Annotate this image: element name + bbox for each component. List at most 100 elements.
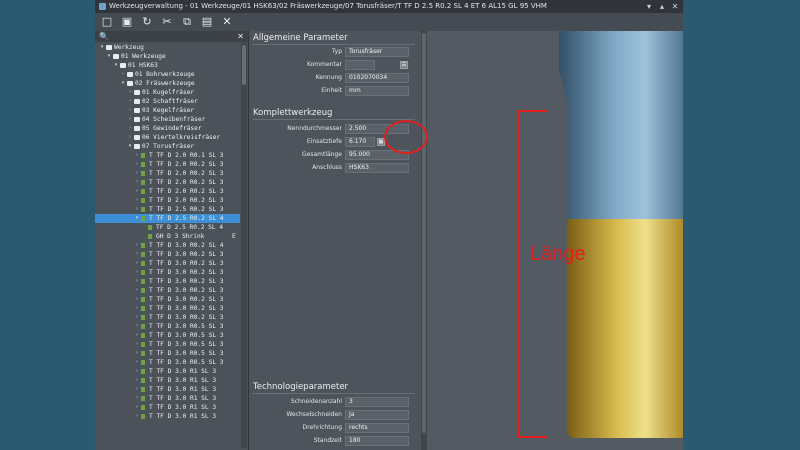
- tree-tool-item[interactable]: GH D 3 Shrink E: [95, 232, 240, 241]
- tree-folder-item[interactable]: › 04 Scheibenfräser: [95, 115, 240, 124]
- cut-icon[interactable]: ✂: [159, 14, 175, 30]
- expand-chevron-icon[interactable]: ›: [127, 97, 133, 106]
- expand-chevron-icon[interactable]: ›: [134, 349, 140, 358]
- tree-folder-item[interactable]: › 03 Kegelfräser: [95, 106, 240, 115]
- clear-search-icon[interactable]: ✕: [237, 31, 244, 42]
- tree-tool-item[interactable]: › T TF D 3.0 R0.2 SL 3: [95, 268, 240, 277]
- expand-chevron-icon[interactable]: ›: [134, 277, 140, 286]
- tree-tool-item[interactable]: › T TF D 3.0 R1 SL 3: [95, 376, 240, 385]
- expand-chevron-icon[interactable]: ›: [127, 124, 133, 133]
- paste-icon[interactable]: ▤: [199, 14, 215, 30]
- tree-tool-item[interactable]: TF D 2.5 R0.2 SL 4: [95, 223, 240, 232]
- param-value-field[interactable]: Ja: [345, 410, 409, 420]
- collapse-chevron-icon[interactable]: ▾: [106, 52, 112, 61]
- expand-chevron-icon[interactable]: ›: [134, 358, 140, 367]
- tree-folder-item[interactable]: › 06 Viertelkreisfräser: [95, 133, 240, 142]
- tree-tool-item[interactable]: › T TF D 2.0 R0.2 SL 3: [95, 187, 240, 196]
- tree-tool-item[interactable]: › T TF D 2.0 R0.2 SL 3: [95, 169, 240, 178]
- tree-tool-item[interactable]: › T TF D 3.0 R0.5 SL 3: [95, 322, 240, 331]
- expand-chevron-icon[interactable]: ›: [134, 241, 140, 250]
- expand-chevron-icon[interactable]: ›: [134, 340, 140, 349]
- tree-tool-item[interactable]: › T TF D 3.0 R0.2 SL 4: [95, 241, 240, 250]
- tree-folder-item[interactable]: ▾ Werkzeug: [95, 43, 240, 52]
- expand-chevron-icon[interactable]: ›: [134, 259, 140, 268]
- tree-folder-item[interactable]: › 01 Bohrwerkzeuge: [95, 70, 240, 79]
- expand-chevron-icon[interactable]: ›: [134, 205, 140, 214]
- expand-chevron-icon[interactable]: ›: [134, 385, 140, 394]
- tree-tool-item[interactable]: › T TF D 3.0 R1 SL 3: [95, 412, 240, 421]
- expand-chevron-icon[interactable]: ›: [134, 322, 140, 331]
- close-window-button[interactable]: ✕: [669, 0, 681, 13]
- collapse-chevron-icon[interactable]: ▾: [99, 43, 105, 52]
- new-document-icon[interactable]: □: [99, 14, 115, 30]
- tree-tool-item[interactable]: › T TF D 3.0 R0.5 SL 3: [95, 358, 240, 367]
- tree-tool-item[interactable]: › T TF D 3.0 R0.2 SL 3: [95, 304, 240, 313]
- parameter-scroll-thumb[interactable]: [422, 33, 426, 433]
- tree-tool-item[interactable]: › T TF D 3.0 R0.2 SL 3: [95, 250, 240, 259]
- param-value-field[interactable]: rechts: [345, 423, 409, 433]
- expand-chevron-icon[interactable]: ›: [134, 412, 140, 421]
- expand-chevron-icon[interactable]: ›: [127, 133, 133, 142]
- tree-tool-item[interactable]: › T TF D 2.0 R0.2 SL 3: [95, 178, 240, 187]
- expand-chevron-icon[interactable]: ›: [134, 304, 140, 313]
- param-value-field[interactable]: 6.170: [345, 137, 375, 147]
- expand-chevron-icon[interactable]: ›: [127, 115, 133, 124]
- tree-tool-item[interactable]: › T TF D 3.0 R0.5 SL 3: [95, 340, 240, 349]
- tree-tool-item[interactable]: › T TF D 2.0 R0.1 SL 3: [95, 151, 240, 160]
- expand-chevron-icon[interactable]: ›: [134, 151, 140, 160]
- collapse-chevron-icon[interactable]: ▾: [127, 142, 133, 151]
- tree-tool-item[interactable]: › T TF D 2.5 R0.2 SL 3: [95, 205, 240, 214]
- tree-tool-item[interactable]: › T TF D 3.0 R1 SL 3: [95, 385, 240, 394]
- expand-chevron-icon[interactable]: ›: [134, 331, 140, 340]
- expand-chevron-icon[interactable]: ›: [127, 106, 133, 115]
- comment-edit-button[interactable]: ☰: [400, 61, 408, 69]
- tree-tool-item[interactable]: › T TF D 3.0 R0.2 SL 3: [95, 277, 240, 286]
- expand-chevron-icon[interactable]: ›: [120, 70, 126, 79]
- tree-tool-item[interactable]: › T TF D 3.0 R1 SL 3: [95, 403, 240, 412]
- tree-folder-item[interactable]: › 01 Kugelfräser: [95, 88, 240, 97]
- copy-icon[interactable]: ⧉: [179, 14, 195, 30]
- expand-chevron-icon[interactable]: ›: [134, 250, 140, 259]
- tree-tool-item[interactable]: › T TF D 3.0 R1 SL 3: [95, 367, 240, 376]
- param-value-field[interactable]: Torusfräser: [345, 47, 409, 57]
- expand-chevron-icon[interactable]: ›: [134, 367, 140, 376]
- expand-chevron-icon[interactable]: ›: [134, 160, 140, 169]
- tree-folder-item[interactable]: › 05 Gewindefräser: [95, 124, 240, 133]
- tree-folder-item[interactable]: › 02 Schaftfräser: [95, 97, 240, 106]
- delete-icon[interactable]: ✕: [219, 14, 235, 30]
- expand-chevron-icon[interactable]: ›: [134, 196, 140, 205]
- minimize-button[interactable]: ▾: [643, 0, 655, 13]
- expand-chevron-icon[interactable]: ›: [134, 403, 140, 412]
- param-value-field[interactable]: HSK63: [345, 163, 409, 173]
- tree-tool-item[interactable]: › T TF D 3.0 R0.2 SL 3: [95, 259, 240, 268]
- expand-chevron-icon[interactable]: ›: [134, 169, 140, 178]
- refresh-icon[interactable]: ↻: [139, 14, 155, 30]
- tree-tool-item[interactable]: › T TF D 2.0 R0.2 SL 3: [95, 160, 240, 169]
- expand-chevron-icon[interactable]: ›: [134, 295, 140, 304]
- param-value-field[interactable]: 180: [345, 436, 409, 446]
- tree-tool-item[interactable]: › T TF D 3.0 R0.2 SL 3: [95, 295, 240, 304]
- tree-folder-item[interactable]: ▾ 01 Werkzeuge: [95, 52, 240, 61]
- expand-chevron-icon[interactable]: ›: [127, 88, 133, 97]
- collapse-chevron-icon[interactable]: ▾: [113, 61, 119, 70]
- tree-tool-item[interactable]: › T TF D 3.0 R0.2 SL 3: [95, 286, 240, 295]
- expand-chevron-icon[interactable]: ›: [134, 313, 140, 322]
- tool-3d-viewer[interactable]: Länge: [427, 31, 683, 450]
- tree-tool-item[interactable]: › T TF D 3.0 R0.5 SL 3: [95, 349, 240, 358]
- param-value-field[interactable]: mm: [345, 86, 409, 96]
- tree-folder-item[interactable]: ▾ 07 Torusfräser: [95, 142, 240, 151]
- param-value-field[interactable]: 3: [345, 397, 409, 407]
- param-value-field[interactable]: 0102070034: [345, 73, 409, 83]
- tree-scrollbar[interactable]: [241, 43, 247, 448]
- expand-chevron-icon[interactable]: ›: [134, 187, 140, 196]
- expand-chevron-icon[interactable]: ›: [134, 178, 140, 187]
- expand-chevron-icon[interactable]: ›: [134, 394, 140, 403]
- tree-tool-item[interactable]: › T TF D 3.0 R1 SL 3: [95, 394, 240, 403]
- maximize-button[interactable]: ▴: [656, 0, 668, 13]
- tree-tool-item[interactable]: › T TF D 3.0 R0.2 SL 3: [95, 313, 240, 322]
- expand-chevron-icon[interactable]: ›: [134, 268, 140, 277]
- expand-chevron-icon[interactable]: ›: [134, 286, 140, 295]
- tree-tool-item[interactable]: › T TF D 2.0 R0.2 SL 3: [95, 196, 240, 205]
- tree-tool-item[interactable]: ▾ T TF D 2.5 R0.2 SL 4: [95, 214, 240, 223]
- collapse-chevron-icon[interactable]: ▾: [120, 79, 126, 88]
